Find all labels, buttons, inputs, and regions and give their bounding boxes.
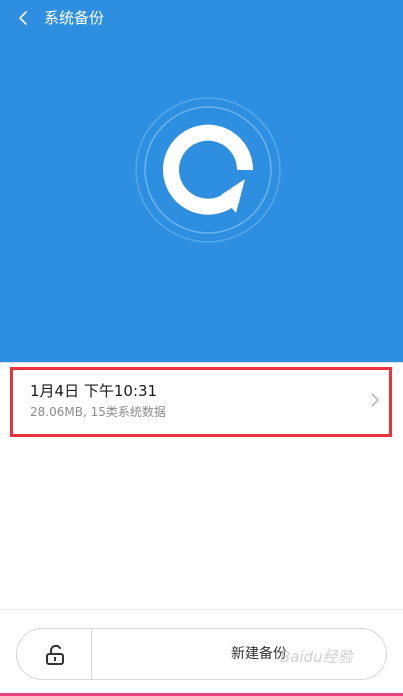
new-backup-label: 新建备份 — [231, 646, 287, 662]
chevron-right-icon — [371, 393, 379, 407]
header-banner: 系统备份 — [0, 0, 403, 362]
chevron-left-icon — [19, 11, 27, 25]
backup-list-item[interactable]: 1月4日 下午10:31 28.06MB, 15类系统数据 — [10, 367, 392, 437]
system-backup-logo-icon — [135, 97, 281, 243]
backup-time: 1月4日 下午10:31 — [30, 382, 158, 400]
unlock-icon — [46, 644, 64, 665]
watermark: Baidu经验 — [280, 648, 353, 666]
divider — [0, 609, 403, 610]
backup-detail: 28.06MB, 15类系统数据 — [30, 405, 166, 419]
back-button[interactable] — [12, 6, 36, 30]
page-title: 系统备份 — [44, 9, 105, 27]
lock-button[interactable] — [17, 629, 92, 679]
divider — [0, 362, 403, 363]
